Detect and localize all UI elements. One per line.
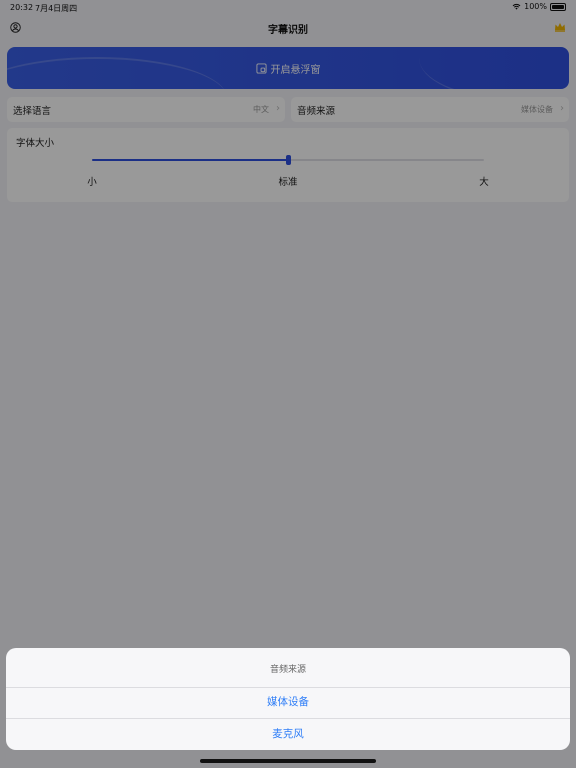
action-sheet-title: 音频来源 <box>269 665 306 675</box>
option-media-device[interactable]: 媒体设备 <box>6 687 570 718</box>
audio-source-action-sheet: 音频来源 媒体设备 麦克风 <box>6 648 570 750</box>
option-microphone[interactable]: 麦克风 <box>6 719 570 750</box>
home-indicator <box>200 759 376 763</box>
